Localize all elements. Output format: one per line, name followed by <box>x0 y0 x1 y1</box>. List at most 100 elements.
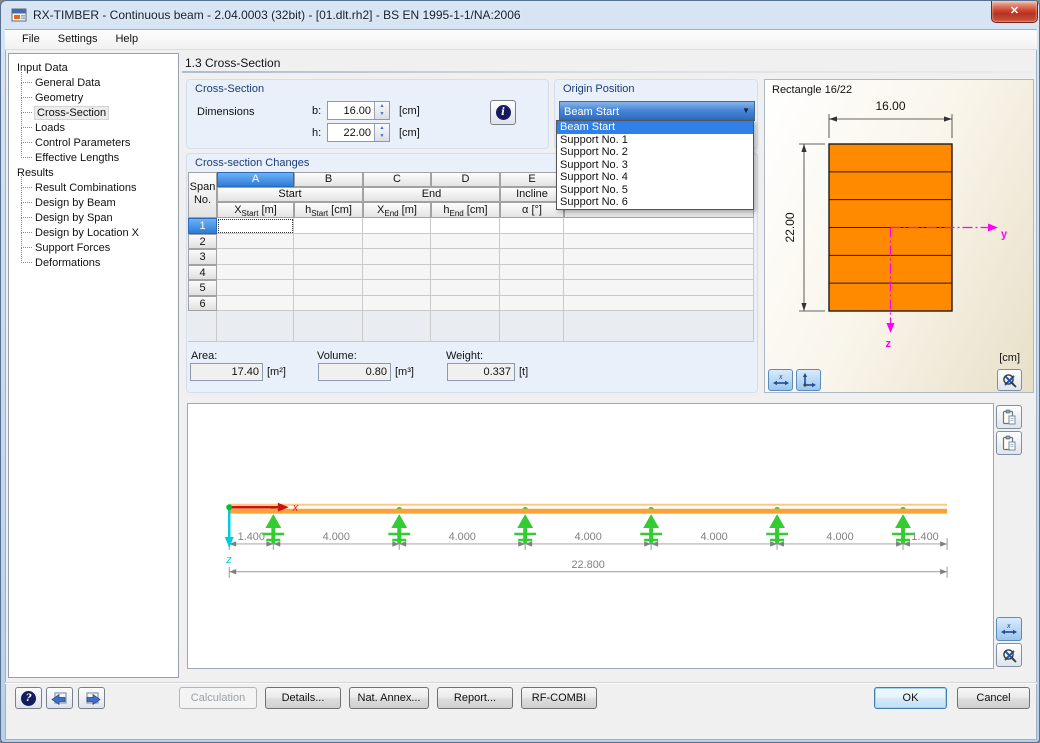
close-button[interactable]: ✕ <box>991 1 1038 23</box>
report-button[interactable]: Report... <box>437 687 513 709</box>
cell-C2[interactable] <box>363 233 431 249</box>
chevron-down-icon[interactable]: ▼ <box>742 106 750 115</box>
previous-window-button[interactable] <box>46 687 73 709</box>
cell-B2[interactable] <box>294 233 363 249</box>
menu-settings[interactable]: Settings <box>49 30 107 47</box>
sidebar-item-design-by-location-x[interactable]: Design by Location X <box>21 218 178 240</box>
spin-down-icon[interactable]: ▼ <box>375 110 389 118</box>
cross-section-group: Cross-Section Dimensions b: 16.00 ▲ ▼ [cm… <box>186 79 549 149</box>
cell-D1[interactable] <box>431 218 500 234</box>
copy-picture-button[interactable] <box>996 431 1022 455</box>
cross-section-svg: 16.00 22.00 y z <box>783 99 1008 350</box>
spin-up-icon[interactable]: ▲ <box>375 102 389 110</box>
column-header-a[interactable]: A <box>217 172 294 187</box>
sidebar-item-cross-section[interactable]: Cross-Section <box>21 98 178 120</box>
cell-D6[interactable] <box>431 295 500 311</box>
origin-option-support-no-3[interactable]: Support No. 3 <box>557 159 753 172</box>
cell-C4[interactable] <box>363 264 431 280</box>
origin-option-support-no-2[interactable]: Support No. 2 <box>557 146 753 159</box>
cell-B1[interactable] <box>294 218 363 234</box>
nat-annex-button[interactable]: Nat. Annex... <box>349 687 429 709</box>
sidebar-item-support-forces[interactable]: Support Forces <box>21 233 178 255</box>
ok-button[interactable]: OK <box>874 687 947 709</box>
cell-E4[interactable] <box>500 264 564 280</box>
row-header-6[interactable]: 6 <box>188 295 217 311</box>
cell-C3[interactable] <box>363 249 431 265</box>
h-input[interactable]: 22.00 ▲ ▼ <box>327 123 390 142</box>
cell-A5[interactable] <box>217 280 294 296</box>
cell-D5[interactable] <box>431 280 500 296</box>
column-header-e[interactable]: E <box>500 172 564 187</box>
cell-C5[interactable] <box>363 280 431 296</box>
toggle-dimensions-button[interactable]: x <box>768 369 793 391</box>
sidebar-section-input-data[interactable]: Input Data <box>9 60 178 75</box>
origin-option-beam-start[interactable]: Beam Start <box>557 121 753 134</box>
info-button[interactable]: i <box>490 100 516 125</box>
sidebar-section-results[interactable]: Results <box>9 165 178 180</box>
menu-help[interactable]: Help <box>106 30 147 47</box>
sidebar-item-loads[interactable]: Loads <box>21 113 178 135</box>
details-button[interactable]: Details... <box>265 687 341 709</box>
cell-E1[interactable] <box>500 218 564 234</box>
beam-toggle-dimensions-button[interactable]: x <box>996 617 1022 641</box>
cell-B5[interactable] <box>294 280 363 296</box>
sidebar-item-design-by-beam[interactable]: Design by Beam <box>21 188 178 210</box>
origin-position-combobox[interactable]: Beam Start ▼ <box>559 101 755 121</box>
preview-zoom-extents-button[interactable] <box>997 369 1022 391</box>
column-header-c[interactable]: C <box>363 172 431 187</box>
cell-D2[interactable] <box>431 233 500 249</box>
help-button[interactable]: ? <box>15 687 42 709</box>
origin-option-support-no-6[interactable]: Support No. 6 <box>557 196 753 209</box>
row-header-1[interactable]: 1 <box>188 218 217 234</box>
rf-combi-button[interactable]: RF-COMBI <box>521 687 597 709</box>
row-header-2[interactable]: 2 <box>188 233 217 249</box>
origin-option-support-no-4[interactable]: Support No. 4 <box>557 171 753 184</box>
h-spinner[interactable]: ▲ ▼ <box>374 124 389 141</box>
cell-B4[interactable] <box>294 264 363 280</box>
cell-D4[interactable] <box>431 264 500 280</box>
b-spinner[interactable]: ▲ ▼ <box>374 102 389 119</box>
cell-A3[interactable] <box>217 249 294 265</box>
cell-B3[interactable] <box>294 249 363 265</box>
b-unit: [cm] <box>399 105 420 117</box>
cell-B6[interactable] <box>294 295 363 311</box>
origin-option-support-no-1[interactable]: Support No. 1 <box>557 134 753 147</box>
cell-E5[interactable] <box>500 280 564 296</box>
spin-down-icon[interactable]: ▼ <box>375 132 389 140</box>
column-header-b[interactable]: B <box>294 172 363 187</box>
titlebar[interactable]: RX-TIMBER - Continuous beam - 2.04.0003 … <box>1 1 1039 29</box>
cell-A4[interactable] <box>217 264 294 280</box>
row-header-3[interactable]: 3 <box>188 249 217 265</box>
column-header-d[interactable]: D <box>431 172 500 187</box>
sidebar-item-design-by-span[interactable]: Design by Span <box>21 203 178 225</box>
copy-to-clipboard-button[interactable] <box>996 405 1022 429</box>
cell-A1[interactable] <box>217 218 294 234</box>
sidebar-item-effective-lengths[interactable]: Effective Lengths <box>21 143 178 165</box>
sidebar-item-control-parameters[interactable]: Control Parameters <box>21 128 178 150</box>
cell-E6[interactable] <box>500 295 564 311</box>
span-dimension-label: 4.000 <box>575 531 602 543</box>
cell-A2[interactable] <box>217 233 294 249</box>
b-input[interactable]: 16.00 ▲ ▼ <box>327 101 390 120</box>
axis-z-label: z <box>886 338 892 350</box>
spin-up-icon[interactable]: ▲ <box>375 124 389 132</box>
row-header-4[interactable]: 4 <box>188 264 217 280</box>
sidebar-item-geometry[interactable]: Geometry <box>21 83 178 105</box>
cancel-button[interactable]: Cancel <box>957 687 1030 709</box>
cell-D3[interactable] <box>431 249 500 265</box>
next-window-button[interactable] <box>78 687 105 709</box>
field-header-X-End: XEnd [m] <box>363 202 431 218</box>
cell-C1[interactable] <box>363 218 431 234</box>
sidebar-item-general-data[interactable]: General Data <box>21 68 178 90</box>
cell-E3[interactable] <box>500 249 564 265</box>
sidebar-item-result-combinations[interactable]: Result Combinations <box>21 173 178 195</box>
beam-zoom-extents-button[interactable] <box>996 643 1022 667</box>
toggle-axes-button[interactable] <box>796 369 821 391</box>
cell-E2[interactable] <box>500 233 564 249</box>
row-header-5[interactable]: 5 <box>188 280 217 296</box>
sidebar-item-deformations[interactable]: Deformations <box>21 248 178 270</box>
origin-option-support-no-5[interactable]: Support No. 5 <box>557 184 753 197</box>
cell-A6[interactable] <box>217 295 294 311</box>
cell-C6[interactable] <box>363 295 431 311</box>
menu-file[interactable]: File <box>13 30 49 47</box>
